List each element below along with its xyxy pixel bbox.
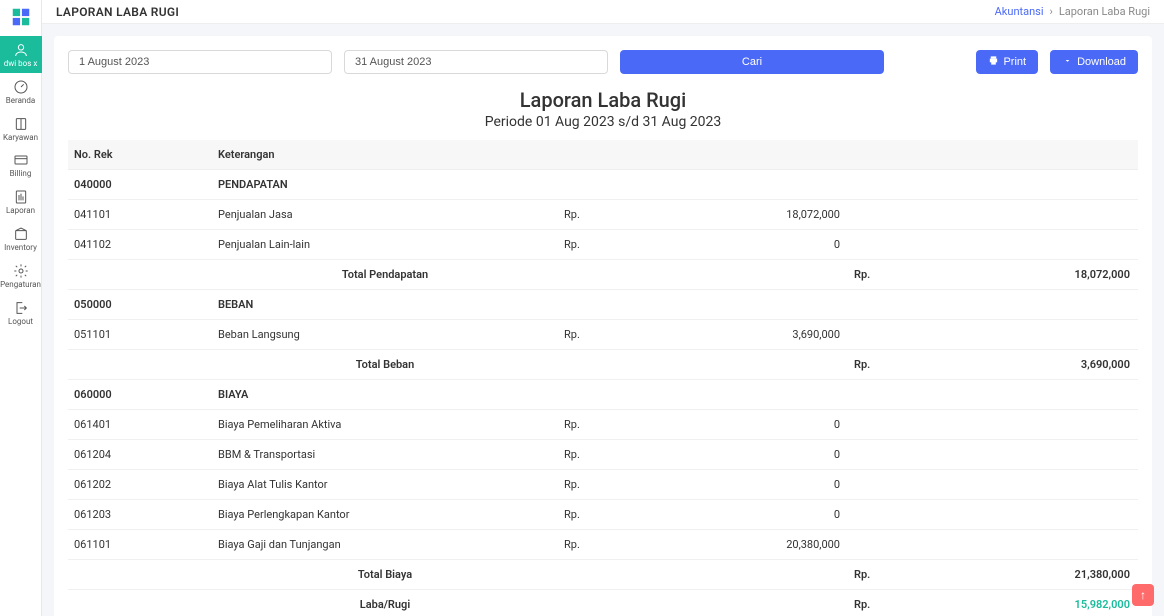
page-title: LAPORAN LABA RUGI (56, 5, 179, 19)
sidebar-item-inventory[interactable]: Inventory (0, 220, 42, 257)
user-icon (13, 42, 29, 58)
profit-row: Laba/RugiRp.15,982,000 (68, 590, 1138, 616)
sidebar-item-laporan[interactable]: Laporan (0, 183, 42, 220)
filter-toolbar: Cari Print Download (68, 50, 1138, 74)
sidebar-item-label: dwi bos x (4, 60, 38, 69)
sidebar-item-karyawan[interactable]: Karyawan (0, 110, 42, 147)
sidebar-item-pengaturan[interactable]: Pengaturan (0, 257, 42, 294)
sidebar-item-label: Pengaturan (0, 281, 41, 290)
report-title: Laporan Laba Rugi (68, 88, 1138, 112)
breadcrumb-current: Laporan Laba Rugi (1059, 5, 1150, 18)
date-to-input[interactable] (344, 50, 608, 74)
report-period: Periode 01 Aug 2023 s/d 31 Aug 2023 (68, 114, 1138, 130)
dashboard-icon (13, 79, 29, 95)
table-header-row: No. Rek Keterangan (68, 140, 1138, 170)
sidebar-item-label: Billing (10, 170, 32, 179)
table-section-row: 050000BEBAN (68, 290, 1138, 320)
date-from-input[interactable] (68, 50, 332, 74)
arrow-up-icon: ↑ (1140, 588, 1146, 602)
logout-icon (13, 300, 29, 316)
scroll-top-button[interactable]: ↑ (1132, 584, 1154, 606)
breadcrumb: Akuntansi › Laporan Laba Rugi (995, 5, 1150, 18)
table-row: 061203Biaya Perlengkapan KantorRp.0 (68, 500, 1138, 530)
sidebar-item-label: Karyawan (3, 134, 38, 143)
sidebar-item-label: Inventory (4, 244, 37, 253)
table-section-row: 060000BIAYA (68, 380, 1138, 410)
table-row: 061401Biaya Pemeliharan AktivaRp.0 (68, 410, 1138, 440)
breadcrumb-parent[interactable]: Akuntansi (995, 5, 1044, 18)
gear-icon (13, 263, 29, 279)
sidebar-item-label: Logout (8, 318, 33, 327)
print-label: Print (1003, 56, 1026, 68)
report-card: Cari Print Download Laporan Laba Rugi Pe… (54, 36, 1152, 616)
sidebar-item-user[interactable]: dwi bos x (0, 36, 42, 73)
table-row: 041101Penjualan JasaRp.18,072,000 (68, 200, 1138, 230)
sidebar: dwi bos x Beranda Karyawan Billing Lapor… (0, 0, 42, 616)
app-logo (10, 6, 32, 28)
sidebar-item-logout[interactable]: Logout (0, 294, 42, 331)
report-table: No. Rek Keterangan 040000PENDAPATAN04110… (68, 140, 1138, 616)
print-button[interactable]: Print (976, 50, 1038, 74)
report-header: Laporan Laba Rugi Periode 01 Aug 2023 s/… (68, 88, 1138, 130)
table-row: 041102Penjualan Lain-lainRp.0 (68, 230, 1138, 260)
table-row: 061202Biaya Alat Tulis KantorRp.0 (68, 470, 1138, 500)
download-icon (1062, 55, 1073, 69)
book-icon (13, 116, 29, 132)
sidebar-item-billing[interactable]: Billing (0, 146, 42, 183)
search-button[interactable]: Cari (620, 50, 884, 74)
table-total-row: Total BebanRp.3,690,000 (68, 350, 1138, 380)
card-icon (13, 152, 29, 168)
print-icon (988, 55, 999, 69)
header-keterangan: Keterangan (212, 140, 558, 170)
table-row: 061101Biaya Gaji dan TunjanganRp.20,380,… (68, 530, 1138, 560)
table-section-row: 040000PENDAPATAN (68, 170, 1138, 200)
sidebar-item-label: Beranda (6, 97, 35, 106)
content-area: Cari Print Download Laporan Laba Rugi Pe… (42, 24, 1164, 616)
table-row: 061204BBM & TransportasiRp.0 (68, 440, 1138, 470)
download-button[interactable]: Download (1050, 50, 1138, 74)
table-total-row: Total PendapatanRp.18,072,000 (68, 260, 1138, 290)
sidebar-item-beranda[interactable]: Beranda (0, 73, 42, 110)
table-row: 051101Beban LangsungRp.3,690,000 (68, 320, 1138, 350)
table-total-row: Total BiayaRp.21,380,000 (68, 560, 1138, 590)
chevron-right-icon: › (1050, 5, 1053, 18)
sidebar-item-label: Laporan (6, 207, 35, 216)
box-icon (13, 226, 29, 242)
topbar: LAPORAN LABA RUGI Akuntansi › Laporan La… (42, 0, 1164, 24)
header-no-rek: No. Rek (68, 140, 212, 170)
download-label: Download (1077, 56, 1126, 68)
report-icon (13, 189, 29, 205)
